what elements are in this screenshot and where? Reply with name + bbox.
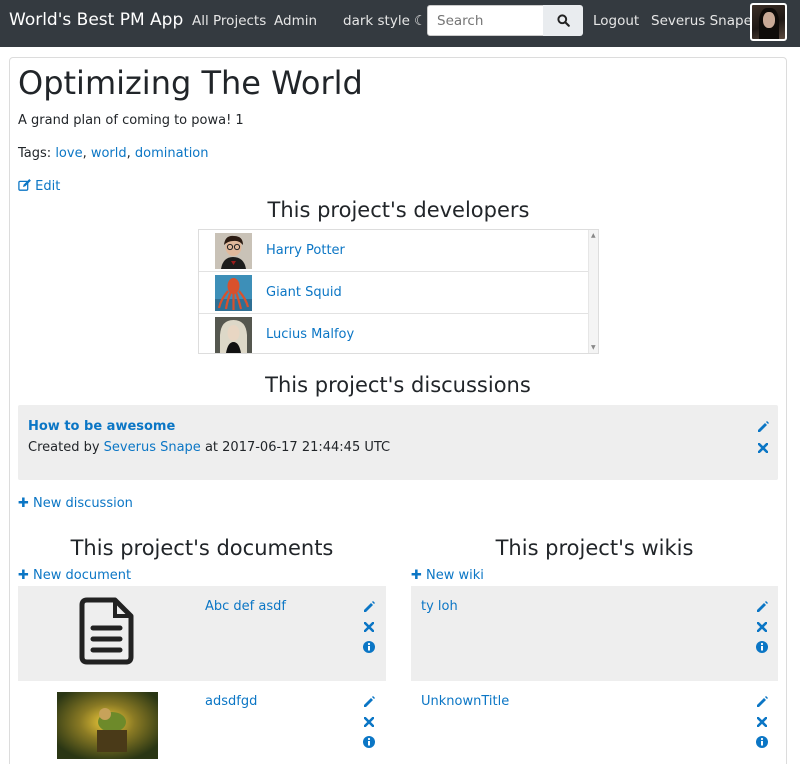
edit-document-button[interactable]	[362, 600, 376, 614]
new-discussion-label: New discussion	[33, 496, 133, 511]
close-icon	[364, 717, 374, 727]
documents-heading: This project's documents	[70, 536, 334, 560]
discussion-meta: Created by Severus Snape at 2017-06-17 2…	[28, 440, 390, 455]
wiki-item: ty loh	[411, 586, 778, 681]
new-wiki-label: New wiki	[426, 568, 484, 583]
plus-icon: ✚	[411, 568, 422, 583]
delete-wiki-button[interactable]	[755, 620, 769, 634]
edit-project-button[interactable]: Edit	[18, 179, 60, 194]
wiki-name-link[interactable]: ty loh	[421, 599, 458, 614]
wiki-name-link[interactable]: UnknownTitle	[421, 694, 509, 709]
delete-wiki-button[interactable]	[755, 715, 769, 729]
edit-discussion-button[interactable]	[756, 420, 770, 434]
discussion-timestamp: at 2017-06-17 21:44:45 UTC	[204, 440, 391, 455]
document-name-link[interactable]: Abc def asdf	[205, 599, 286, 614]
document-item: Abc def asdf	[18, 586, 386, 681]
pencil-icon	[364, 696, 375, 707]
developer-name[interactable]: Giant Squid	[266, 285, 342, 300]
admin-link[interactable]: Admin	[274, 13, 317, 29]
close-icon	[757, 717, 767, 727]
avatar	[215, 275, 252, 311]
plus-icon: ✚	[18, 568, 29, 583]
info-icon	[756, 641, 768, 653]
new-wiki-button[interactable]: ✚ New wiki	[411, 568, 484, 583]
developer-row[interactable]: Giant Squid	[199, 272, 589, 314]
document-name-link[interactable]: adsdfgd	[205, 694, 257, 709]
info-document-button[interactable]	[362, 640, 376, 654]
pencil-icon	[364, 601, 375, 612]
info-wiki-button[interactable]	[755, 640, 769, 654]
discussion-title-link[interactable]: How to be awesome	[28, 419, 175, 434]
document-icon	[79, 597, 134, 665]
top-navbar: World's Best PM App All Projects Admin d…	[0, 0, 800, 47]
document-thumbnail[interactable]	[57, 692, 158, 759]
developers-list: Harry Potter Giant Squid Lucius Malfoy ▲…	[198, 229, 599, 354]
discussions-heading: This project's discussions	[265, 373, 531, 397]
delete-document-button[interactable]	[362, 620, 376, 634]
info-icon	[363, 736, 375, 748]
close-icon	[758, 443, 768, 453]
search-icon	[556, 14, 570, 27]
created-by-label: Created by	[28, 440, 100, 455]
pencil-icon	[757, 601, 768, 612]
new-document-button[interactable]: ✚ New document	[18, 568, 131, 583]
developers-scrollbar[interactable]: ▲ ▼	[588, 230, 598, 353]
tag-link[interactable]: world	[91, 146, 127, 161]
delete-discussion-button[interactable]	[756, 441, 770, 455]
wiki-item: UnknownTitle	[411, 681, 778, 764]
info-icon	[363, 641, 375, 653]
dark-style-toggle[interactable]: dark style ☾	[343, 13, 426, 29]
all-projects-link[interactable]: All Projects	[192, 13, 266, 29]
close-icon	[757, 622, 767, 632]
info-wiki-button[interactable]	[755, 735, 769, 749]
close-icon	[364, 622, 374, 632]
page-title: Optimizing The World	[18, 64, 363, 102]
developer-name[interactable]: Lucius Malfoy	[266, 327, 354, 342]
new-document-label: New document	[33, 568, 132, 583]
developer-row[interactable]: Lucius Malfoy	[199, 314, 589, 356]
new-discussion-button[interactable]: ✚ New discussion	[18, 496, 133, 511]
developer-name[interactable]: Harry Potter	[266, 243, 345, 258]
edit-wiki-button[interactable]	[755, 695, 769, 709]
info-document-button[interactable]	[362, 735, 376, 749]
pencil-icon	[758, 421, 769, 432]
edit-wiki-button[interactable]	[755, 600, 769, 614]
pencil-icon	[757, 696, 768, 707]
discussion-item: How to be awesome Created by Severus Sna…	[18, 405, 778, 480]
document-item: adsdfgd	[18, 681, 386, 764]
tags-label: Tags:	[18, 146, 52, 161]
search-button[interactable]	[543, 5, 583, 36]
search-input[interactable]	[427, 5, 544, 36]
discussion-author-link[interactable]: Severus Snape	[104, 440, 201, 455]
developers-heading: This project's developers	[267, 198, 530, 222]
avatar	[215, 317, 252, 353]
plus-icon: ✚	[18, 496, 29, 511]
avatar	[215, 233, 252, 269]
project-description: A grand plan of coming to powa! 1	[18, 113, 244, 128]
tag-link[interactable]: love	[55, 146, 82, 161]
brand-link[interactable]: World's Best PM App	[9, 10, 183, 30]
tag-link[interactable]: domination	[135, 146, 209, 161]
scroll-up-icon[interactable]: ▲	[591, 232, 596, 239]
scroll-down-icon[interactable]: ▼	[591, 344, 596, 351]
delete-document-button[interactable]	[362, 715, 376, 729]
edit-label: Edit	[35, 179, 61, 194]
edit-icon	[18, 179, 31, 191]
developer-row[interactable]: Harry Potter	[199, 230, 589, 272]
current-user-link[interactable]: Severus Snape	[651, 13, 752, 29]
user-avatar[interactable]	[750, 3, 787, 41]
logout-link[interactable]: Logout	[593, 13, 639, 29]
wikis-heading: This project's wikis	[495, 536, 694, 560]
edit-document-button[interactable]	[362, 695, 376, 709]
info-icon	[756, 736, 768, 748]
tags-line: Tags: love, world, domination	[18, 146, 209, 161]
